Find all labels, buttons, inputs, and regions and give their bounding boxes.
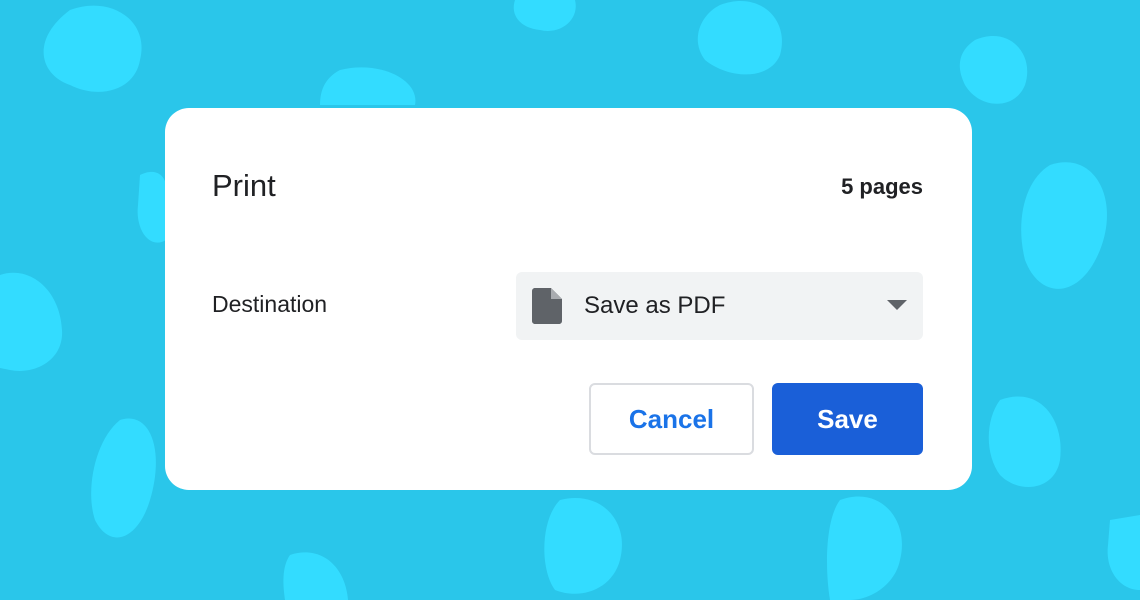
cancel-button[interactable]: Cancel [589,383,754,455]
page-count: 5 pages [841,174,923,199]
destination-select[interactable]: Save as PDF [516,272,923,340]
chevron-down-icon [887,300,907,310]
dialog-title: Print [212,168,276,203]
print-dialog: Print 5 pages Destination Save as PDF Ca… [165,108,972,490]
save-button[interactable]: Save [772,383,923,455]
destination-value: Save as PDF [584,292,726,319]
file-icon [532,288,562,324]
destination-label: Destination [212,291,328,317]
